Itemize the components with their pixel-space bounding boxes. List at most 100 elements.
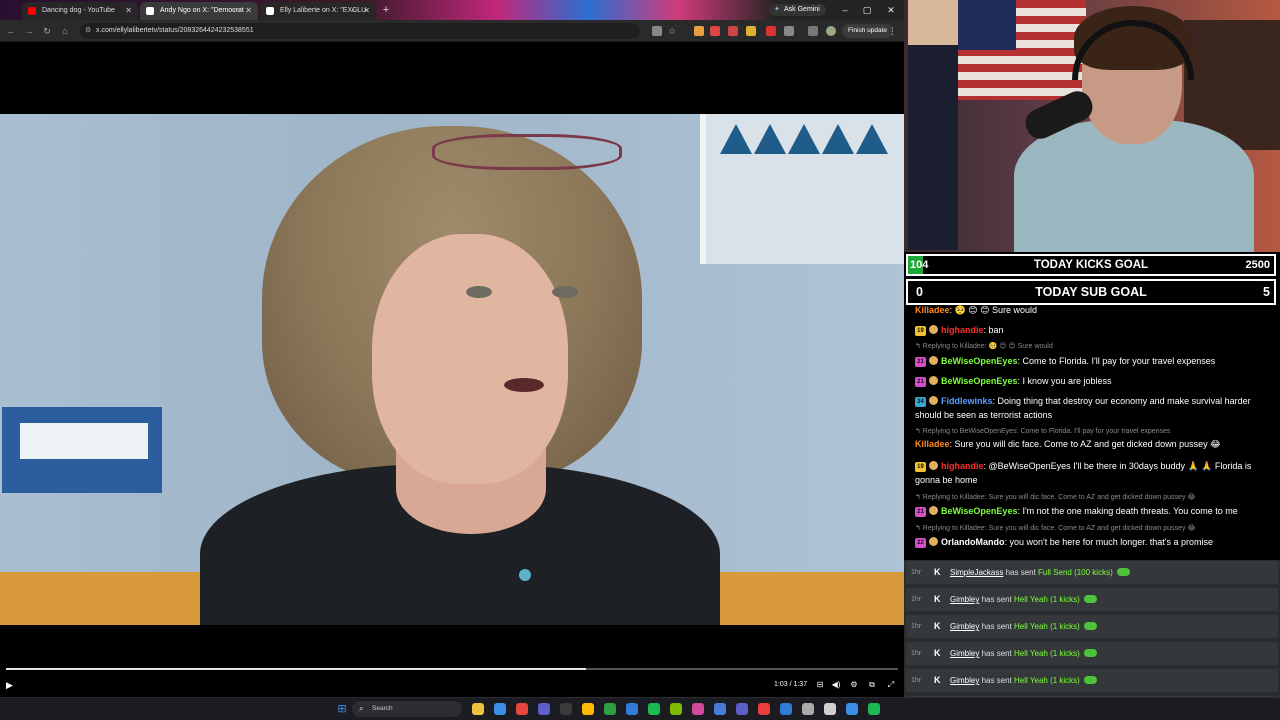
video-controls: ▶ 1:03 / 1:37 ⊟ ◀) ⚙ ⧉ ⤢ <box>0 625 904 697</box>
event-username[interactable]: Gimbley <box>950 676 979 685</box>
maximize-button[interactable]: ▢ <box>856 3 878 17</box>
profile-avatar[interactable] <box>826 26 836 36</box>
taskbar-app-icon[interactable] <box>604 703 616 715</box>
event-gift: Hell Yeah (1 kicks) <box>1014 676 1080 685</box>
event-username[interactable]: Gimbley <box>950 622 979 631</box>
chat-message: Killadee: 🥺 😊 😊 Sure would <box>915 305 1273 317</box>
taskbar-app-icon[interactable] <box>692 703 704 715</box>
volume-icon[interactable]: ◀) <box>830 679 842 691</box>
picture-in-picture-icon[interactable]: ⧉ <box>866 679 878 691</box>
kick-logo-icon: K <box>934 594 941 604</box>
tab-andy-ngo[interactable]: Andy Ngo on X: "Democrat ▭ ✕ <box>140 2 258 20</box>
search-icon: ⌕ <box>359 704 364 713</box>
event-gift: Hell Yeah (1 kicks) <box>1014 595 1080 604</box>
emote-badge-icon <box>929 396 938 405</box>
taskbar-app-icon[interactable] <box>472 703 484 715</box>
ask-gemini-button[interactable]: Ask Gemini <box>770 4 826 16</box>
extensions-puzzle-icon[interactable] <box>808 26 818 36</box>
start-menu-icon[interactable]: ⊞ <box>336 703 348 715</box>
menu-kebab-icon[interactable]: ⋮ <box>888 24 897 38</box>
minimize-button[interactable]: – <box>834 3 856 17</box>
emote-badge-icon <box>929 461 938 470</box>
taskbar-app-icon[interactable] <box>538 703 550 715</box>
home-icon[interactable]: ⌂ <box>58 24 72 38</box>
chat-username[interactable]: highandie <box>941 325 984 335</box>
tab-elly-laliberte[interactable]: Elly Laliberte on X: "EXCLU ▭ ✕ <box>260 2 376 20</box>
chat-username[interactable]: Killadee <box>915 439 950 449</box>
reload-icon[interactable]: ↻ <box>40 24 54 38</box>
forward-icon[interactable]: → <box>22 24 36 38</box>
close-window-button[interactable]: ✕ <box>880 3 902 17</box>
emote-badge-icon <box>929 537 938 546</box>
kick-logo-icon: K <box>934 675 941 685</box>
event-time: 1hr <box>911 569 922 576</box>
finish-update-button[interactable]: Finish update <box>842 24 894 38</box>
extension-icon[interactable] <box>784 26 794 36</box>
taskbar-search[interactable]: ⌕ Search <box>352 701 462 717</box>
taskbar-app-icon[interactable] <box>626 703 638 715</box>
chat-username[interactable]: highandie <box>941 461 984 471</box>
taskbar-app-icon[interactable] <box>846 703 858 715</box>
streamer-webcam <box>904 0 1280 252</box>
kick-coin-icon <box>1083 676 1097 684</box>
close-tab-icon[interactable]: ✕ <box>363 2 370 20</box>
event-username[interactable]: SimpleJackass <box>950 568 1003 577</box>
back-icon[interactable]: ← <box>4 24 18 38</box>
tab-media-icon[interactable]: ▭ <box>233 2 240 20</box>
play-icon[interactable]: ▶ <box>6 679 13 691</box>
screen: Dancing dog - YouTube ✕ Andy Ngo on X: "… <box>0 0 1280 720</box>
taskbar-app-icon[interactable] <box>560 703 572 715</box>
chat-username[interactable]: Fiddlewinks <box>941 396 993 406</box>
chat-username[interactable]: BeWiseOpenEyes <box>941 356 1017 366</box>
taskbar-app-icon[interactable] <box>824 703 836 715</box>
kick-coin-icon <box>1083 595 1097 603</box>
taskbar-app-icon[interactable] <box>736 703 748 715</box>
taskbar-app-icon[interactable] <box>758 703 770 715</box>
event-time: 1hr <box>911 623 922 630</box>
video-time: 1:03 / 1:37 <box>774 681 808 688</box>
taskbar-app-icon[interactable] <box>802 703 814 715</box>
kicks-target: 2500 <box>1245 259 1270 271</box>
chat-message: 34 Fiddlewinks: Doing thing that destroy … <box>915 394 1273 422</box>
taskbar-app-icon[interactable] <box>670 703 682 715</box>
address-bar[interactable]: ⚙ x.com/ellylalibertetv/status/208326442… <box>80 23 640 39</box>
chat-username[interactable]: OrlandoMando <box>941 537 1005 547</box>
event-username[interactable]: Gimbley <box>950 595 979 604</box>
video-progress-bar[interactable] <box>6 668 898 670</box>
tab-media-icon[interactable]: ▭ <box>351 2 358 20</box>
kicks-goal-title: TODAY KICKS GOAL <box>1033 259 1149 271</box>
taskbar-app-icon[interactable] <box>516 703 528 715</box>
taskbar-app-icon[interactable] <box>714 703 726 715</box>
chat-username[interactable]: BeWiseOpenEyes <box>941 376 1017 386</box>
taskbar-app-icon[interactable] <box>582 703 594 715</box>
taskbar-app-icon[interactable] <box>494 703 506 715</box>
chat-username[interactable]: Killadee <box>915 305 950 315</box>
extension-icon[interactable] <box>710 26 720 36</box>
subscriber-badge: 21 <box>915 357 926 367</box>
chat-message: Killadee: Sure you will dic face. Come t… <box>915 437 1273 451</box>
extension-icon[interactable] <box>728 26 738 36</box>
extension-icon[interactable] <box>652 26 662 36</box>
bookmark-star-icon[interactable]: ☆ <box>668 26 678 36</box>
extension-icon[interactable] <box>766 26 776 36</box>
taskbar-app-icon[interactable] <box>780 703 792 715</box>
taskbar-app-icon[interactable] <box>868 703 880 715</box>
event-action: has sent <box>979 622 1015 631</box>
tab-youtube[interactable]: Dancing dog - YouTube ✕ <box>22 2 138 20</box>
settings-gear-icon[interactable]: ⚙ <box>848 679 860 691</box>
site-info-icon[interactable]: ⚙ <box>85 23 91 39</box>
close-tab-icon[interactable]: ✕ <box>245 2 252 20</box>
fullscreen-icon[interactable]: ⤢ <box>885 679 897 691</box>
event-username[interactable]: Gimbley <box>950 649 979 658</box>
extension-icon[interactable] <box>694 26 704 36</box>
chat-username[interactable]: BeWiseOpenEyes <box>941 506 1017 516</box>
close-tab-icon[interactable]: ✕ <box>125 2 132 20</box>
taskbar-app-icon[interactable] <box>648 703 660 715</box>
captions-icon[interactable]: ⊟ <box>814 679 826 691</box>
sub-target: 5 <box>1263 285 1270 299</box>
sub-goal-bar: 0 TODAY SUB GOAL 5 <box>906 279 1276 305</box>
extension-icon[interactable] <box>746 26 756 36</box>
chat-reply-context: ↰ Replying to BeWiseOpenEyes: Come to Fl… <box>915 428 1171 435</box>
new-tab-button[interactable]: + <box>380 3 392 17</box>
video-frame[interactable] <box>0 114 904 625</box>
